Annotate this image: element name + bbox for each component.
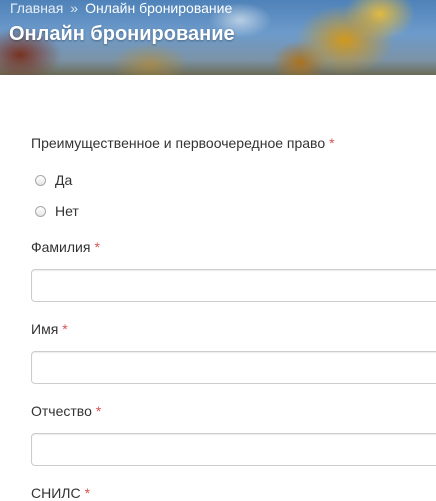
snils-label: СНИЛС * <box>31 485 90 501</box>
last-name-label: Фамилия * <box>31 239 100 255</box>
breadcrumb-separator: » <box>70 0 79 16</box>
patronymic-label-text: Отчество <box>31 403 92 419</box>
required-asterisk: * <box>329 135 335 151</box>
breadcrumb-current: Онлайн бронирование <box>85 0 233 16</box>
priority-label: Преимущественное и первоочередное право * <box>31 135 335 151</box>
first-name-label-text: Имя <box>31 321 59 337</box>
priority-option-yes[interactable]: Да <box>35 171 72 189</box>
first-name-input[interactable] <box>31 351 436 384</box>
snils-label-text: СНИЛС <box>31 485 81 501</box>
breadcrumb: Главная » Онлайн бронирование <box>10 0 232 16</box>
last-name-label-text: Фамилия <box>31 239 91 255</box>
required-asterisk: * <box>62 321 68 337</box>
page-title: Онлайн бронирование <box>9 23 235 45</box>
radio-button-no[interactable] <box>35 205 46 217</box>
required-asterisk: * <box>95 403 102 419</box>
radio-button-yes[interactable] <box>35 174 46 186</box>
priority-label-text: Преимущественное и первоочередное право <box>31 135 326 151</box>
required-asterisk: * <box>84 485 91 501</box>
patronymic-label: Отчество * <box>31 403 101 419</box>
patronymic-input[interactable] <box>31 433 436 466</box>
priority-option-no[interactable]: Нет <box>35 202 79 220</box>
priority-option-yes-label: Да <box>55 172 73 188</box>
first-name-label: Имя * <box>31 321 68 337</box>
last-name-input[interactable] <box>31 269 436 302</box>
breadcrumb-home-link[interactable]: Главная <box>10 0 63 16</box>
required-asterisk: * <box>94 239 100 255</box>
header-banner: Главная » Онлайн бронирование Онлайн брони… <box>0 0 436 75</box>
priority-option-no-label: Нет <box>55 203 79 219</box>
